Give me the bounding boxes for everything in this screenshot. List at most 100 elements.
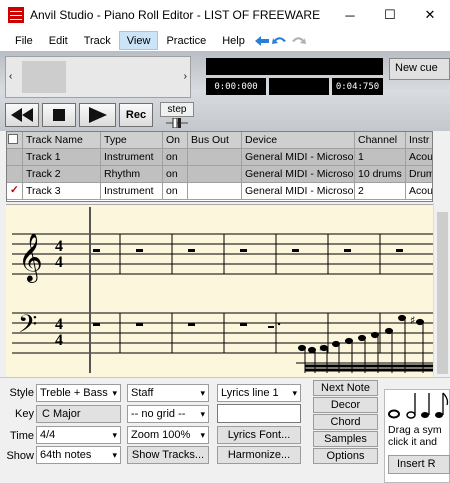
column-header[interactable]: Bus Out <box>188 132 242 149</box>
scroll-thumb[interactable] <box>22 61 66 93</box>
lyrics-input[interactable] <box>217 404 301 423</box>
track-instrument-cell[interactable]: Acou <box>406 149 432 166</box>
undo-icon[interactable] <box>271 31 289 50</box>
menu-edit[interactable]: Edit <box>41 31 76 50</box>
track-type-cell[interactable]: Rhythm <box>101 166 163 183</box>
zoom-value: Zoom 100% <box>131 429 191 441</box>
track-name-cell[interactable]: Track 1 <box>23 149 101 166</box>
row-check[interactable]: ✓ <box>7 183 23 200</box>
harmonize-button[interactable]: Harmonize... <box>217 446 301 464</box>
track-name-cell[interactable]: Track 2 <box>23 166 101 183</box>
track-instrument-cell[interactable]: Acou <box>406 183 432 200</box>
song-position-scrollbar[interactable]: ‹ › <box>5 56 191 98</box>
rewind-button[interactable] <box>5 103 39 127</box>
table-row[interactable]: ✓ Track 3 Instrument on General MIDI - M… <box>7 183 432 200</box>
check-column-header <box>7 132 23 149</box>
title-bar: Anvil Studio - Piano Roll Editor - LIST … <box>0 0 450 30</box>
checkbox-icon <box>8 134 18 144</box>
menu-bar: File Edit Track View Practice Help <box>0 30 450 51</box>
bass-rests <box>93 322 281 328</box>
menu-track[interactable]: Track <box>76 31 119 50</box>
track-type-cell[interactable]: Instrument <box>101 149 163 166</box>
track-on-cell[interactable]: on <box>163 183 188 200</box>
record-button[interactable]: Rec <box>119 103 153 127</box>
track-channel-cell[interactable]: 1 <box>355 149 406 166</box>
back-arrow-icon[interactable] <box>253 31 271 50</box>
track-device-cell[interactable]: General MIDI - Microso <box>242 149 355 166</box>
grid-select[interactable]: -- no grid -- ▾ <box>127 405 209 423</box>
lyrics-line-select[interactable]: Lyrics line 1 ▾ <box>217 384 301 402</box>
minimize-button[interactable]: ─ <box>330 0 370 30</box>
redo-icon[interactable] <box>289 31 307 50</box>
options-button[interactable]: Options <box>313 448 378 464</box>
svg-text:♯: ♯ <box>410 314 415 327</box>
menu-practice[interactable]: Practice <box>158 31 214 50</box>
show-value: 64th notes <box>40 449 92 461</box>
table-header-row: Track Name Type On Bus Out Device Channe… <box>7 132 432 149</box>
chevron-left-icon[interactable]: ‹ <box>9 71 12 82</box>
track-on-cell[interactable]: on <box>163 149 188 166</box>
chevron-down-icon: ▾ <box>200 409 205 419</box>
track-bus-cell[interactable] <box>188 149 242 166</box>
key-button[interactable]: C Major <box>36 405 121 423</box>
track-bus-cell[interactable] <box>188 183 242 200</box>
start-time-display: 0:00:000 <box>206 78 266 95</box>
chevron-down-icon: ▾ <box>200 430 205 440</box>
chevron-down-icon: ▾ <box>112 430 117 440</box>
close-button[interactable]: ✕ <box>410 0 450 30</box>
column-header[interactable]: On <box>163 132 188 149</box>
chevron-down-icon: ▾ <box>200 388 205 398</box>
staff-select[interactable]: Staff ▾ <box>127 384 209 402</box>
menu-help[interactable]: Help <box>214 31 253 50</box>
zoom-select[interactable]: Zoom 100% ▾ <box>127 426 209 444</box>
track-bus-cell[interactable] <box>188 166 242 183</box>
show-tracks-button[interactable]: Show Tracks... <box>127 446 209 464</box>
insert-rest-button[interactable]: Insert R <box>388 455 450 474</box>
table-row[interactable]: Track 2 Rhythm on General MIDI - Microso… <box>7 166 432 183</box>
show-select[interactable]: 64th notes ▾ <box>36 446 121 464</box>
step-button[interactable]: step <box>160 102 194 117</box>
position-display <box>206 58 383 75</box>
menu-view[interactable]: View <box>118 31 159 50</box>
decor-button[interactable]: Decor <box>313 397 378 413</box>
chord-button[interactable]: Chord <box>313 414 378 430</box>
play-button[interactable] <box>79 103 116 127</box>
menu-file[interactable]: File <box>7 31 41 50</box>
scroll-thumb[interactable] <box>437 212 448 374</box>
stop-icon <box>53 109 65 121</box>
key-label: Key <box>15 408 34 420</box>
track-device-cell[interactable]: General MIDI - Microso <box>242 166 355 183</box>
row-check[interactable] <box>7 166 23 183</box>
chevron-right-icon[interactable]: › <box>184 71 187 82</box>
track-device-cell[interactable]: General MIDI - Microso <box>242 183 355 200</box>
bass-staff <box>12 312 433 354</box>
column-header[interactable]: Type <box>101 132 163 149</box>
maximize-button[interactable]: ☐ <box>370 0 410 30</box>
time-value: 4/4 <box>40 429 56 441</box>
row-check[interactable] <box>7 149 23 166</box>
score-view[interactable]: 𝄞 𝄢 4 4 4 4 ♯ ♯ <box>6 204 433 377</box>
next-note-button[interactable]: Next Note <box>313 380 378 396</box>
stop-button[interactable] <box>42 103 76 127</box>
track-channel-cell[interactable]: 10 drums <box>355 166 406 183</box>
track-name-cell[interactable]: Track 3 <box>23 183 101 200</box>
track-on-cell[interactable]: on <box>163 166 188 183</box>
table-row[interactable]: Track 1 Instrument on General MIDI - Mic… <box>7 149 432 166</box>
style-select[interactable]: Treble + Bass ▾ <box>36 384 121 402</box>
score-vertical-scrollbar[interactable] <box>433 202 450 377</box>
chevron-down-icon: ▾ <box>112 450 117 460</box>
lyrics-font-button[interactable]: Lyrics Font... <box>217 426 301 444</box>
step-slider[interactable] <box>166 117 188 129</box>
column-header[interactable]: Channel <box>355 132 406 149</box>
column-header[interactable]: Device <box>242 132 355 149</box>
time-select[interactable]: 4/4 ▾ <box>36 426 121 444</box>
track-type-cell[interactable]: Instrument <box>101 183 163 200</box>
column-header[interactable]: Instr <box>406 132 432 149</box>
new-cue-button[interactable]: New cue <box>389 58 450 80</box>
svg-text:♯: ♯ <box>319 344 323 354</box>
column-header[interactable]: Track Name <box>23 132 101 149</box>
track-instrument-cell[interactable]: Drum <box>406 166 432 183</box>
drag-hint-line: click it and <box>388 436 438 448</box>
samples-button[interactable]: Samples <box>313 431 378 447</box>
track-channel-cell[interactable]: 2 <box>355 183 406 200</box>
